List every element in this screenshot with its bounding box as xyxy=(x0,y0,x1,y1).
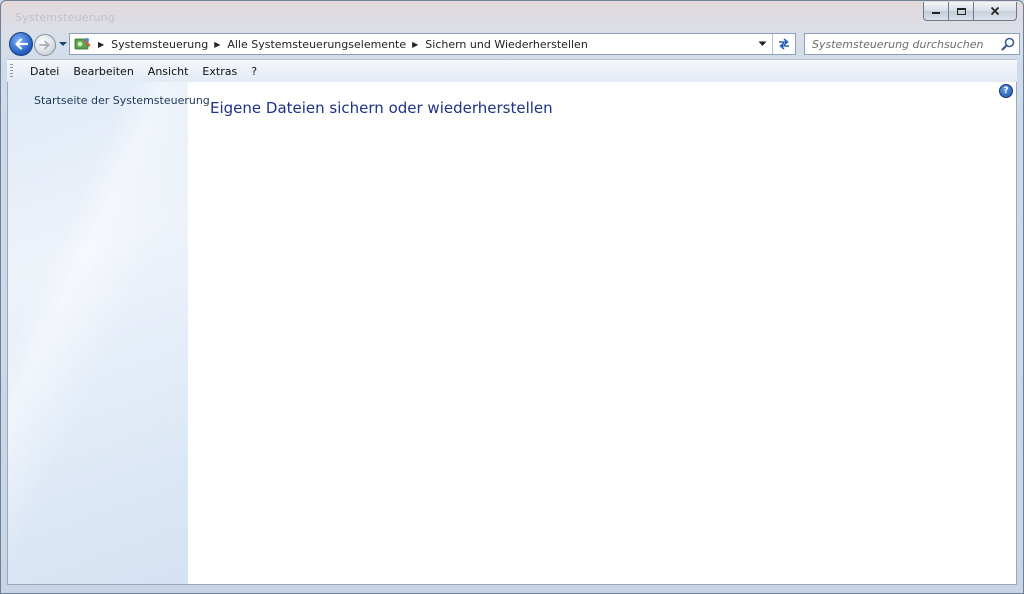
breadcrumb-separator[interactable]: ▶ xyxy=(412,40,418,49)
refresh-icon xyxy=(779,38,789,50)
menu-extras[interactable]: Extras xyxy=(195,65,244,78)
search-icon[interactable] xyxy=(1000,36,1016,52)
caption-buttons xyxy=(923,2,1017,21)
page-title: Eigene Dateien sichern oder wiederherste… xyxy=(210,99,553,117)
minimize-button[interactable] xyxy=(923,2,949,21)
forward-button[interactable] xyxy=(34,34,56,56)
search-box[interactable] xyxy=(804,33,1020,55)
maximize-button[interactable] xyxy=(949,2,974,21)
window-title: Systemsteuerung xyxy=(15,11,115,24)
navigation-row: ▶ Systemsteuerung ▶ Alle Systemsteuerung… xyxy=(1,31,1023,57)
breadcrumb-alle-elemente[interactable]: Alle Systemsteuerungselemente xyxy=(227,38,406,51)
sidebar-link-startseite[interactable]: Startseite der Systemsteuerung xyxy=(34,94,210,107)
control-panel-icon xyxy=(74,38,91,50)
refresh-button[interactable] xyxy=(772,34,795,54)
breadcrumb-separator[interactable]: ▶ xyxy=(214,40,220,49)
breadcrumb-sichern-wiederherstellen[interactable]: Sichern und Wiederherstellen xyxy=(425,38,588,51)
explorer-window: Systemsteuerung ▶ Systemsteuerung ▶ Alle… xyxy=(0,0,1024,594)
back-button[interactable] xyxy=(9,32,33,56)
close-icon xyxy=(990,6,1000,16)
forward-arrow-icon xyxy=(39,40,51,50)
window-title-text: Systemsteuerung xyxy=(15,11,116,24)
close-button[interactable] xyxy=(974,2,1017,21)
search-input[interactable] xyxy=(810,36,1000,52)
menu-bearbeiten[interactable]: Bearbeiten xyxy=(66,65,140,78)
sidebar: Startseite der Systemsteuerung xyxy=(8,82,210,584)
address-history-dropdown[interactable] xyxy=(753,34,771,54)
recent-pages-dropdown[interactable] xyxy=(58,40,68,48)
title-bar[interactable]: Systemsteuerung xyxy=(1,1,1023,31)
content-area: Startseite der Systemsteuerung Eigene Da… xyxy=(7,82,1017,585)
minimize-icon xyxy=(932,12,940,14)
menu-ansicht[interactable]: Ansicht xyxy=(141,65,196,78)
menu-grip[interactable] xyxy=(10,64,13,78)
breadcrumb-separator[interactable]: ▶ xyxy=(98,40,104,49)
maximize-icon xyxy=(956,7,966,15)
help-button[interactable]: ? xyxy=(999,84,1013,98)
menu-bar: Datei Bearbeiten Ansicht Extras ? xyxy=(7,59,1017,83)
help-icon: ? xyxy=(1003,86,1009,96)
menu-datei[interactable]: Datei xyxy=(23,65,66,78)
breadcrumb-systemsteuerung[interactable]: Systemsteuerung xyxy=(111,38,208,51)
address-bar[interactable]: ▶ Systemsteuerung ▶ Alle Systemsteuerung… xyxy=(69,33,796,55)
back-arrow-icon xyxy=(15,38,28,50)
menu-help[interactable]: ? xyxy=(244,65,264,78)
chevron-down-icon xyxy=(758,41,766,46)
